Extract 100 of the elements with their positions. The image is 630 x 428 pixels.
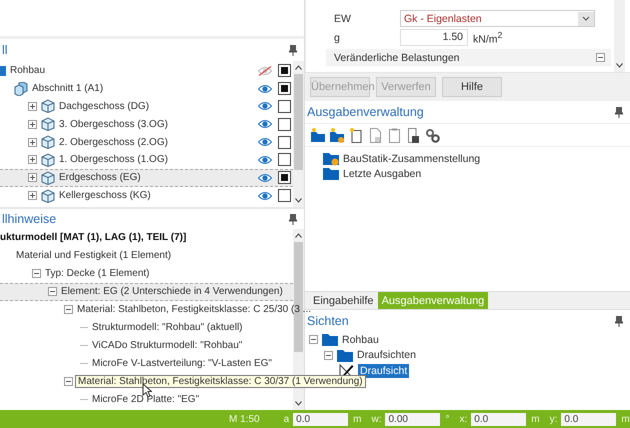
tree-item[interactable]: Element: EG (2 Unterschiede in 4 Verwendungen) xyxy=(61,286,283,298)
folder-icon xyxy=(322,333,338,346)
collapse-icon[interactable] xyxy=(64,376,73,386)
checkbox[interactable] xyxy=(278,100,291,113)
expand-icon[interactable] xyxy=(28,173,37,182)
chevron-down-icon xyxy=(578,12,594,26)
action-button[interactable]: Hilfe xyxy=(442,77,502,97)
tree-item[interactable]: Material und Festigkeit (1 Element) xyxy=(16,250,172,262)
collapse-icon[interactable] xyxy=(32,269,41,278)
tab[interactable]: Eingabehilfe xyxy=(309,292,378,309)
cube-icon xyxy=(41,117,55,132)
tree-item[interactable]: MicroFe V-Lastverteilung: "V-Lasten EG" xyxy=(92,358,272,369)
tree-item[interactable]: Erdgeschoss (EG) xyxy=(59,172,141,184)
scale-label: M 1:50 xyxy=(229,414,260,424)
field-label: w: xyxy=(371,414,382,424)
panel-title: Ausgabenverwaltung xyxy=(307,105,424,119)
cube-icon xyxy=(41,99,55,114)
collapse-icon[interactable] xyxy=(309,335,318,344)
tree-item[interactable]: Strukturmodell: "Rohbau" (aktuell) xyxy=(92,322,242,333)
eye-icon[interactable] xyxy=(258,101,272,112)
checkbox[interactable] xyxy=(278,118,291,131)
expand-icon[interactable] xyxy=(28,191,37,200)
folder-icon xyxy=(323,167,339,180)
tree-item[interactable]: Kellergeschoss (KG) xyxy=(59,190,151,202)
tree-item[interactable]: Rohbau xyxy=(342,334,379,346)
scrollbar[interactable] xyxy=(293,61,304,207)
tree-item[interactable]: Draufsicht xyxy=(358,364,410,378)
input-field[interactable]: 0.0 xyxy=(471,412,526,426)
new-document-icon[interactable] xyxy=(349,128,364,142)
pin-icon[interactable] xyxy=(615,106,623,118)
eye-icon[interactable] xyxy=(258,190,272,201)
settings-icon[interactable] xyxy=(425,128,440,142)
checkbox[interactable] xyxy=(278,64,291,78)
eye-icon[interactable] xyxy=(258,84,272,94)
selected-row[interactable]: Erdgeschoss (EG) xyxy=(0,168,293,187)
expand-icon[interactable] xyxy=(28,120,37,129)
cube-icon xyxy=(41,135,55,150)
expand-icon[interactable] xyxy=(28,155,37,164)
folder-icon xyxy=(323,152,339,166)
cube-icon xyxy=(41,152,55,167)
collapse-icon[interactable] xyxy=(48,287,57,296)
pin-icon[interactable] xyxy=(289,214,297,224)
collapse-icon[interactable] xyxy=(324,350,333,360)
field-label: g xyxy=(333,32,341,44)
scroll-down-icon xyxy=(295,198,302,203)
pin-icon[interactable] xyxy=(289,44,297,56)
tree-item[interactable]: BauStatik-Zusammenstellung xyxy=(343,152,480,164)
eye-icon[interactable] xyxy=(258,137,272,148)
tree-item[interactable]: Draufsichten xyxy=(357,349,416,362)
field-label: y: xyxy=(550,414,558,424)
dropdown[interactable]: Gk - Eigenlasten xyxy=(400,10,595,27)
checkbox[interactable] xyxy=(278,136,291,149)
tree-item[interactable]: Typ: Decke (1 Element) xyxy=(45,268,150,280)
tree-item[interactable]: Material: Stahlbeton, Festigkeitsklasse: C 25/30 (3 ... xyxy=(77,304,311,316)
checkbox[interactable] xyxy=(278,153,291,166)
expand-icon[interactable] xyxy=(28,102,37,111)
collapse-icon[interactable] xyxy=(596,53,605,62)
field-label: a xyxy=(284,414,290,424)
input-field[interactable]: 0.0 xyxy=(561,412,616,426)
tree-item[interactable]: 3. Obergeschoss (3.OG) xyxy=(59,118,168,130)
tree-item[interactable]: Letzte Ausgaben xyxy=(343,168,422,180)
tree-item[interactable]: ukturmodell [MAT (1), LAG (1), TEIL (7)] xyxy=(0,232,186,244)
group-header[interactable]: Veränderliche Belastungen xyxy=(326,49,611,66)
input-field[interactable]: 1.50 xyxy=(400,29,468,46)
eye-icon[interactable] xyxy=(258,154,272,165)
model-icon xyxy=(0,64,6,77)
tooltip: Material: Stahlbeton, Festigkeitsklasse: C 30/37 (1 Verwendung) xyxy=(75,374,366,388)
panel-title: llhinweise xyxy=(2,212,56,226)
scroll-down-icon xyxy=(295,401,302,406)
eye-icon[interactable] xyxy=(258,172,272,183)
panel-title: ll xyxy=(2,43,8,57)
hidden-eye-icon[interactable] xyxy=(258,66,272,76)
checkbox[interactable] xyxy=(278,82,291,96)
scroll-up-icon xyxy=(295,65,302,70)
tree-item[interactable]: ViCADo Strukturmodell: "Rohbau" xyxy=(92,340,242,351)
folder-gear-icon[interactable] xyxy=(330,128,345,142)
selected-row[interactable]: Element: EG (2 Unterschiede in 4 Verwendungen) xyxy=(0,282,293,301)
eye-icon[interactable] xyxy=(258,119,272,130)
tree-item[interactable]: Dachgeschoss (DG) xyxy=(59,100,150,112)
unit-label: ° xyxy=(445,414,450,424)
input-field[interactable]: 0.00 xyxy=(385,412,440,426)
tree-item[interactable]: 2. Obergeschoss (2.OG) xyxy=(59,136,168,148)
tree-item[interactable]: Abschnitt 1 (A1) xyxy=(32,83,104,94)
checkbox[interactable] xyxy=(278,171,291,184)
folder-icon xyxy=(337,348,353,362)
save-document-icon[interactable] xyxy=(406,128,421,142)
cube-icon xyxy=(41,170,55,185)
tree-item[interactable]: Rohbau xyxy=(10,65,46,76)
scroll-up-icon xyxy=(295,233,302,238)
unit-label: m xyxy=(621,414,630,424)
tree-item[interactable]: 1. Obergeschoss (1.OG) xyxy=(59,154,168,166)
pin-icon[interactable] xyxy=(615,316,623,326)
scrollbar[interactable] xyxy=(293,229,304,410)
checkbox[interactable] xyxy=(278,189,291,202)
unit-label: kN/m$^{2}$ xyxy=(472,30,502,46)
new-folder-icon[interactable] xyxy=(311,128,326,142)
expand-icon[interactable] xyxy=(28,138,37,147)
collapse-icon[interactable] xyxy=(64,305,73,314)
scrollbar[interactable] xyxy=(614,0,625,72)
input-field[interactable]: 0.0 xyxy=(293,412,348,426)
